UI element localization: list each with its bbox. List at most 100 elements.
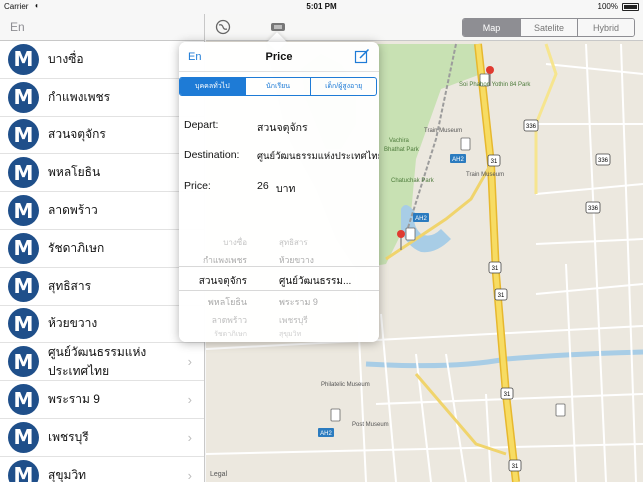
route-shield-label: AH2 bbox=[415, 216, 427, 222]
map-type-map-button[interactable]: Map bbox=[463, 19, 520, 36]
picker-destination-option[interactable]: ห้วยขวาง bbox=[279, 253, 314, 267]
mrt-logo-icon: M bbox=[8, 81, 39, 113]
fare-type-options: บุคคลทั่วไป นักเรียน เด็ก/ผู้สูงอายุ bbox=[179, 77, 377, 96]
picker-depart-option[interactable]: พหลโยธิน bbox=[189, 295, 247, 309]
station-row[interactable]: M พหลโยธิน bbox=[0, 154, 204, 193]
route-shield-label: 31 bbox=[498, 293, 505, 299]
popover-header: En Price bbox=[179, 42, 379, 72]
mrt-logo-letter: M bbox=[13, 311, 34, 336]
picker-destination-option[interactable]: พระราม 9 bbox=[279, 295, 318, 309]
edit-icon[interactable] bbox=[354, 48, 370, 64]
mrt-logo-icon: M bbox=[8, 308, 39, 340]
station-name: สุขุมวิท bbox=[48, 467, 87, 482]
fare-type-button[interactable]: นักเรียน bbox=[244, 78, 311, 95]
map-label: Vachira bbox=[389, 138, 410, 144]
station-row[interactable]: M สุทธิสาร bbox=[0, 268, 204, 306]
mrt-logo-letter: M bbox=[13, 349, 34, 374]
fare-type-button[interactable]: บุคคลทั่วไป bbox=[180, 78, 245, 95]
route-shield-label: 336 bbox=[526, 124, 537, 130]
mrt-logo-letter: M bbox=[13, 387, 34, 412]
status-bar: Carrier ◖ 5:01 PM 100% bbox=[0, 0, 643, 14]
mrt-logo-icon: M bbox=[8, 157, 39, 189]
map-label: Post Museum bbox=[352, 422, 389, 428]
mrt-logo-letter: M bbox=[13, 122, 34, 147]
station-name: ห้วยขวาง bbox=[48, 316, 98, 331]
picker-destination-option[interactable]: เพชรบุรี bbox=[279, 313, 308, 327]
station-row[interactable]: M สวนจตุจักร bbox=[0, 117, 204, 155]
map-label: Train Museum bbox=[424, 128, 462, 134]
fare-type-segmented-control: บุคคลทั่วไป นักเรียน เด็ก/ผู้สูงอายุ bbox=[179, 77, 377, 96]
map-type-segmented-control: Map Satelite Hybrid bbox=[462, 18, 635, 37]
station-name: ลาดพร้าว bbox=[48, 203, 98, 218]
price-popover: En Price บุคคลทั่วไป นักเรียน เด็ก/ผู้สูงอ… bbox=[179, 42, 379, 342]
destination-label: Destination: bbox=[184, 149, 240, 161]
station-list: M บางซื่อ M กำแพงเพชร M สวนจตุจักร M พหลโยธิน M ล… bbox=[0, 41, 204, 482]
station-picker[interactable]: บางซื่อกำแพงเพชรสวนจตุจักรพหลโยธินลาดพร้… bbox=[179, 229, 379, 342]
mrt-logo-icon: M bbox=[8, 270, 39, 302]
mrt-logo-icon: M bbox=[8, 43, 39, 75]
picker-destination-option[interactable]: ศูนย์วัฒนธรรม... bbox=[279, 274, 351, 289]
station-row[interactable]: M กำแพงเพชร bbox=[0, 79, 204, 117]
legal-link[interactable]: Legal bbox=[210, 471, 227, 478]
mrt-logo-icon: M bbox=[8, 119, 39, 151]
mrt-logo-letter: M bbox=[13, 425, 34, 450]
chevron-right-icon: › bbox=[187, 354, 192, 370]
sidebar-header: En bbox=[0, 14, 204, 41]
destination-value: ศูนย์วัฒนธรรมแห่งประเทศไทย bbox=[257, 151, 379, 162]
picker-destination-option[interactable]: สุขุมวิท bbox=[279, 329, 301, 340]
map-label: Bhathat Park bbox=[384, 147, 420, 153]
price-label: Price: bbox=[184, 180, 211, 192]
station-row[interactable]: M พระราม 9 › bbox=[0, 381, 204, 419]
station-row[interactable]: M ศูนย์วัฒนธรรมแห่งประเทศไทย › bbox=[0, 343, 204, 382]
battery-percent: 100% bbox=[597, 2, 618, 11]
station-row[interactable]: M เพชรบุรี › bbox=[0, 419, 204, 457]
chevron-right-icon: › bbox=[187, 429, 192, 445]
depart-label: Depart: bbox=[184, 119, 219, 131]
route-shield-label: 336 bbox=[598, 158, 609, 164]
picker-depart-option[interactable]: บางซื่อ bbox=[189, 236, 247, 249]
mrt-logo-icon: M bbox=[8, 232, 39, 264]
route-shield-label: AH2 bbox=[452, 157, 464, 163]
mrt-logo-letter: M bbox=[13, 198, 34, 223]
language-button[interactable]: En bbox=[10, 20, 25, 34]
map-label: Chatuchak Park bbox=[391, 178, 435, 184]
station-name: พหลโยธิน bbox=[48, 165, 101, 180]
route-shield-label: 336 bbox=[588, 206, 599, 212]
battery-icon bbox=[622, 3, 639, 11]
station-row[interactable]: M ห้วยขวาง bbox=[0, 306, 204, 344]
mrt-logo-icon: M bbox=[8, 195, 39, 227]
map-type-satelite-button[interactable]: Satelite bbox=[520, 19, 577, 36]
station-name: บางซื่อ bbox=[48, 51, 84, 66]
picker-depart-option[interactable]: รัชดาภิเษก bbox=[189, 329, 247, 340]
route-shield-label: AH2 bbox=[320, 431, 332, 437]
mrt-logo-letter: M bbox=[13, 47, 34, 72]
map-label: Philatelic Museum bbox=[321, 382, 370, 388]
station-row[interactable]: M บางซื่อ bbox=[0, 41, 204, 79]
station-name: สวนจตุจักร bbox=[48, 127, 106, 142]
mrt-logo-letter: M bbox=[13, 85, 34, 110]
mrt-logo-icon: M bbox=[8, 346, 39, 378]
station-row[interactable]: M สุขุมวิท › bbox=[0, 457, 204, 482]
mrt-logo-icon: M bbox=[8, 459, 39, 482]
station-name: ศูนย์วัฒนธรรมแห่งประเทศไทย bbox=[48, 344, 147, 378]
depart-value: สวนจตุจักร bbox=[257, 122, 308, 134]
station-row[interactable]: M ลาดพร้าว bbox=[0, 192, 204, 230]
route-shield-label: 31 bbox=[492, 266, 499, 272]
popover-title: Price bbox=[265, 51, 293, 63]
picker-destination-option[interactable]: สุทธิสาร bbox=[279, 236, 308, 249]
station-row[interactable]: M รัชดาภิเษก bbox=[0, 230, 204, 268]
mrt-logo-letter: M bbox=[13, 463, 34, 482]
station-name: พระราม 9 bbox=[48, 392, 100, 407]
picker-depart-option[interactable]: กำแพงเพชร bbox=[189, 253, 247, 267]
chevron-right-icon: › bbox=[187, 467, 192, 482]
fare-type-button[interactable]: เด็ก/ผู้สูงอายุ bbox=[310, 78, 376, 95]
map-type-hybrid-button[interactable]: Hybrid bbox=[577, 19, 634, 36]
picker-depart-option[interactable]: ลาดพร้าว bbox=[189, 313, 247, 327]
globe-icon[interactable] bbox=[214, 18, 232, 36]
picker-depart-option[interactable]: สวนจตุจักร bbox=[189, 274, 247, 289]
mrt-logo-letter: M bbox=[13, 274, 34, 299]
route-shield-label: 31 bbox=[512, 464, 519, 470]
station-sidebar: En M บางซื่อ M กำแพงเพชร M สวนจตุจักร M พหลโยธิ… bbox=[0, 14, 205, 482]
map-label: Soi Phahon Yothin 84 Park bbox=[459, 82, 531, 88]
mrt-logo-icon: M bbox=[8, 421, 39, 453]
